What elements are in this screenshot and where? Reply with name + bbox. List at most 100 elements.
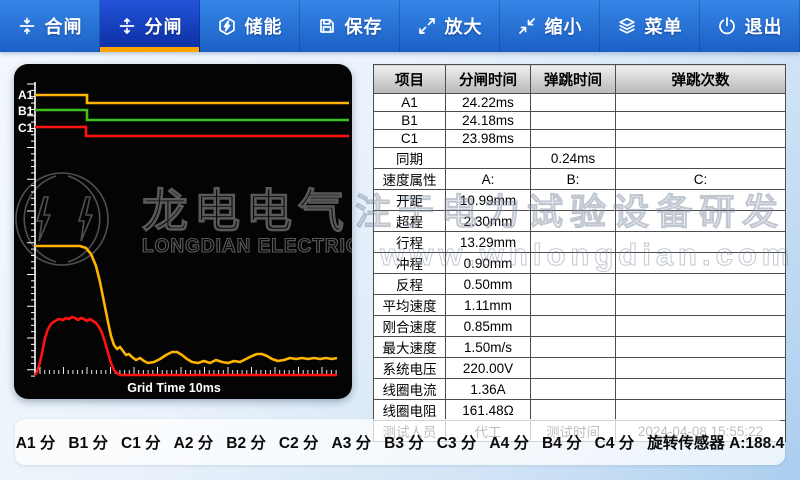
tab-close-breaker[interactable]: 合闸 [0,0,100,52]
table-cell [531,211,616,232]
table-row: 刚合速度0.85mm [374,316,786,337]
table-row: 冲程0.90mm [374,253,786,274]
navbar: 合闸 分闸 储能 保存 放大 [0,0,800,52]
table-cell [616,190,786,211]
phase-indicator: C3 分 [437,431,477,453]
table-cell: B: [531,169,616,190]
table-cell: 0.90mm [446,253,531,274]
table-row: 平均速度1.11mm [374,295,786,316]
table-cell: 线圈电阻 [374,400,446,421]
table-cell [531,316,616,337]
save-icon [317,16,337,36]
table-cell: 冲程 [374,253,446,274]
table-cell: 平均速度 [374,295,446,316]
table-cell: 2.30mm [446,211,531,232]
table-cell: A1 [374,94,446,112]
tab-label: 菜单 [645,13,683,39]
table-cell [531,400,616,421]
table-cell [531,94,616,112]
table-row: 线圈电流1.36A [374,379,786,400]
table-row: 反程0.50mm [374,274,786,295]
table-cell [616,253,786,274]
instrument-screen: 合闸 分闸 储能 保存 放大 [0,0,800,480]
table-row: 线圈电阻161.48Ω [374,400,786,421]
phase-indicator: A3 分 [332,431,372,453]
tab-exit[interactable]: 退出 [700,0,800,52]
grid-time-label: Grid Time 10ms [127,381,221,395]
table-cell: C: [616,169,786,190]
table-row: 系统电压220.00V [374,358,786,379]
menu-layers-icon [617,16,637,36]
x-axis-ticks [40,367,336,374]
trace-a1-contact [35,95,349,103]
table-row: 行程13.29mm [374,232,786,253]
table-cell: 超程 [374,211,446,232]
tab-label: 分闸 [145,13,183,39]
table-cell: 开距 [374,190,446,211]
header-item: 项目 [374,65,446,94]
power-exit-icon [717,16,737,36]
table-cell: 系统电压 [374,358,446,379]
phase-indicator: C2 分 [279,431,319,453]
watermark-cn-text: 龙电电气 [142,185,350,237]
table-cell: 0.50mm [446,274,531,295]
table-cell [446,148,531,169]
table-row: B124.18ms [374,112,786,130]
phase-status-bar: A1 分B1 分C1 分A2 分B2 分C2 分A3 分B3 分C3 分A4 分… [15,419,785,465]
table-row: C123.98ms [374,130,786,148]
tab-zoom-out[interactable]: 缩小 [500,0,600,52]
table-cell: 速度属性 [374,169,446,190]
table-cell [616,295,786,316]
open-breaker-icon [117,16,137,36]
tab-menu[interactable]: 菜单 [600,0,700,52]
tab-energy-storage[interactable]: 储能 [200,0,300,52]
phase-indicator: B1 分 [68,431,108,453]
table-cell [616,316,786,337]
tab-zoom-in[interactable]: 放大 [400,0,500,52]
table-cell: 刚合速度 [374,316,446,337]
table-row: 同期0.24ms [374,148,786,169]
table-cell [616,94,786,112]
table-cell: 1.50m/s [446,337,531,358]
table-cell: 1.36A [446,379,531,400]
watermark-en-text: LONGDIAN ELECTRIC [142,236,352,257]
phase-indicator: B2 分 [226,431,266,453]
table-cell: 220.00V [446,358,531,379]
oscillogram-panel: 龙电电气 LONGDIAN ELECTRIC A1 B1 C1 Grid Tim… [14,64,352,399]
table-cell: 同期 [374,148,446,169]
phase-indicator: C4 分 [595,431,635,453]
rotation-sensor-reading: 旋转传感器 A:188.4 [647,431,784,453]
table-cell: 线圈电流 [374,379,446,400]
phase-indicator: B4 分 [542,431,582,453]
trace-coil-current [35,317,337,375]
table-cell: 10.99mm [446,190,531,211]
table-cell [531,112,616,130]
tab-label: 放大 [445,13,483,39]
table-cell: 24.18ms [446,112,531,130]
table-cell [531,358,616,379]
table-cell: 23.98ms [446,130,531,148]
table-cell [616,148,786,169]
results-table: 项目 分闸时间 弹跳时间 弹跳次数 A124.22msB124.18msC123… [373,64,786,442]
table-cell: 反程 [374,274,446,295]
trace-b1-contact [35,110,349,120]
table-cell [616,130,786,148]
tab-open-breaker[interactable]: 分闸 [100,0,200,52]
tab-label: 缩小 [545,13,583,39]
table-cell [531,190,616,211]
longdian-logo-watermark [16,173,108,265]
table-row: 开距10.99mm [374,190,786,211]
table-cell [531,253,616,274]
close-breaker-icon [17,16,37,36]
zoom-out-icon [517,16,537,36]
channel-label-c1: C1 [18,121,34,135]
tab-save[interactable]: 保存 [300,0,400,52]
table-cell [616,232,786,253]
table-cell [531,130,616,148]
table-cell: C1 [374,130,446,148]
table-row: 最大速度1.50m/s [374,337,786,358]
table-cell [616,379,786,400]
table-cell [616,211,786,232]
channel-label-a1: A1 [18,88,34,102]
table-cell: 24.22ms [446,94,531,112]
